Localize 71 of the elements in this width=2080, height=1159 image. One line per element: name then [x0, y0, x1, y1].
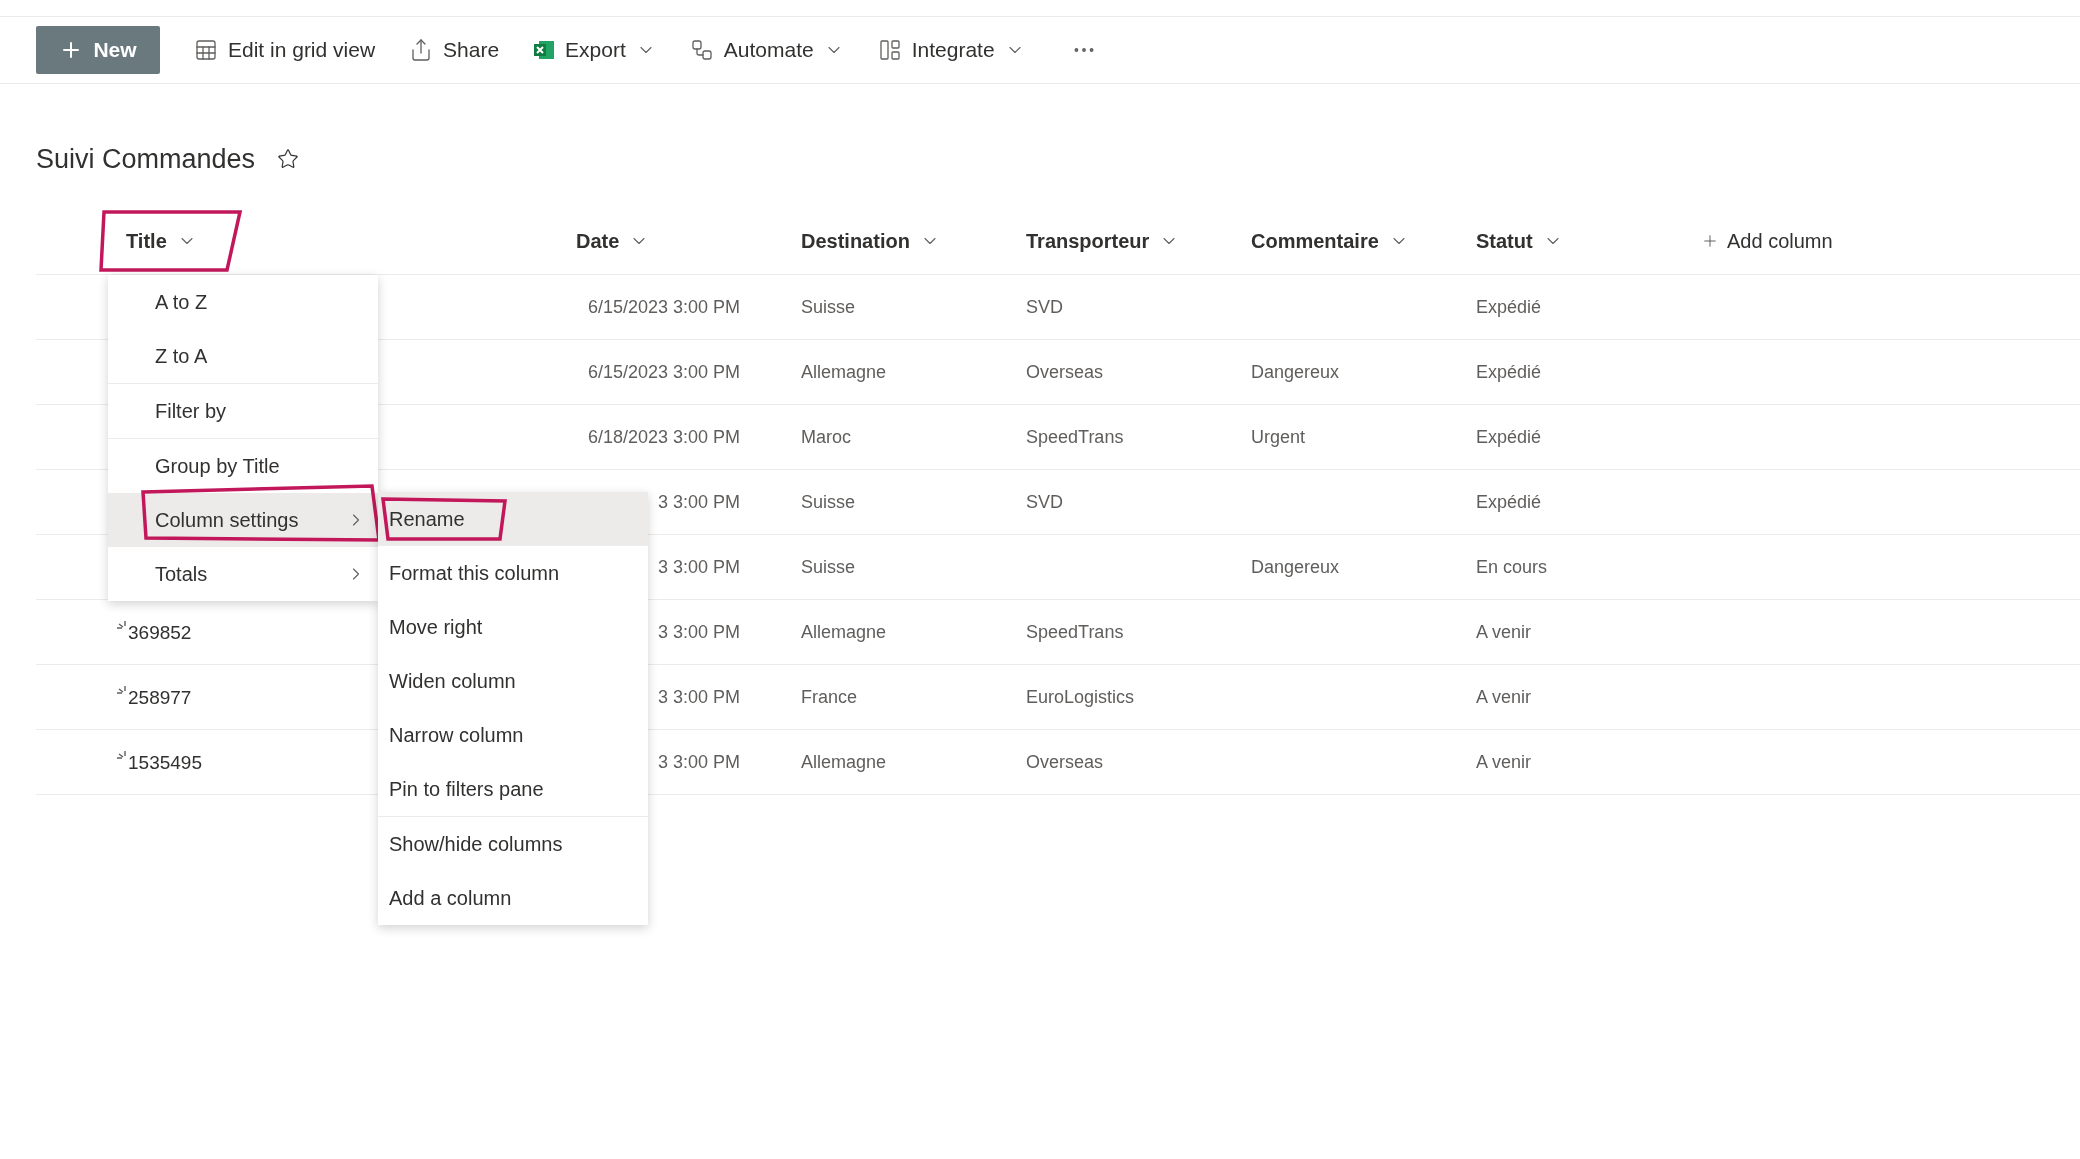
new-button[interactable]: New [36, 26, 160, 74]
table-cell-text: 3 3:00 PM [656, 751, 740, 773]
table-cell-text: 3 3:00 PM [656, 556, 740, 578]
table-cell-text: 6/15/2023 3:00 PM [586, 361, 740, 383]
table-cell: A venir [1476, 621, 1532, 643]
toolbar-button[interactable]: Edit in grid view [192, 34, 378, 66]
column-header[interactable]: Destination [801, 229, 940, 253]
table-cell: Suisse [801, 491, 856, 513]
star-icon[interactable] [277, 148, 300, 170]
table-cell: Allemagne [801, 361, 887, 383]
menu-item[interactable]: Add a column [378, 871, 648, 925]
column-header[interactable]: Transporteur [1026, 229, 1180, 253]
toolbar-button[interactable]: Share [407, 34, 502, 66]
table-cell-text: 6/15/2023 3:00 PM [586, 296, 740, 318]
menu-item[interactable]: Narrow column [378, 708, 648, 762]
table-cell: Suisse [801, 296, 856, 318]
toolbar-button[interactable]: Export [531, 34, 658, 66]
table-cell: Expédié [1476, 361, 1542, 383]
list-title: Suivi Commandes [36, 143, 256, 175]
table-cell-text: 6/18/2023 3:00 PM [586, 426, 740, 448]
menu-item[interactable]: Rename [378, 492, 648, 546]
toolbar-button[interactable]: Automate [687, 34, 846, 66]
menu-item[interactable]: Widen column [378, 654, 648, 708]
table-cell-text: 3 3:00 PM [656, 686, 740, 708]
table-cell: Allemagne [801, 621, 887, 643]
menu-item[interactable]: Group by Title [108, 439, 378, 493]
table-cell: SpeedTrans [1026, 621, 1124, 643]
column-header[interactable]: Date [576, 229, 650, 253]
table-cell: Expédié [1476, 296, 1542, 318]
table-cell: A venir [1476, 686, 1532, 708]
add-column-button[interactable]: Add column [1701, 229, 1833, 253]
table-cell: Overseas [1026, 751, 1104, 773]
table-cell: Overseas [1026, 361, 1104, 383]
table-cell: SVD [1026, 491, 1063, 513]
menu-item[interactable]: Pin to filters pane [378, 762, 648, 816]
table-cell: EuroLogistics [1026, 686, 1135, 708]
toolbar-button[interactable]: Integrate [875, 34, 1027, 66]
spreadsheet-icon [533, 39, 556, 61]
table-cell: France [801, 686, 858, 708]
table-cell: Expédié [1476, 491, 1542, 513]
plus-icon [1701, 232, 1719, 250]
table-cell: Expédié [1476, 426, 1542, 448]
column-header[interactable]: Title [100, 209, 243, 275]
table-cell: 369852 [128, 622, 192, 644]
column-header[interactable]: Commentaire [1251, 229, 1409, 253]
table-cell: 258977 [128, 687, 192, 709]
table-cell: Allemagne [801, 751, 887, 773]
menu-item[interactable]: Column settings [108, 493, 378, 547]
menu-item[interactable]: Filter by [108, 384, 378, 438]
table-cell: A venir [1476, 751, 1532, 773]
table-cell: SpeedTrans [1026, 426, 1124, 448]
table-cell: Dangereux [1251, 556, 1340, 578]
table-cell: En cours [1476, 556, 1548, 578]
table-cell: Urgent [1251, 426, 1306, 448]
table-cell: 1535495 [128, 752, 202, 774]
table-cell: Dangereux [1251, 361, 1340, 383]
panel-icon [877, 38, 902, 62]
table-cell: Suisse [801, 556, 856, 578]
grid-icon [194, 38, 218, 62]
table-cell-text: 3 3:00 PM [656, 621, 740, 643]
menu-item[interactable]: Move right [378, 600, 648, 654]
menu-item[interactable]: Z to A [108, 329, 378, 383]
menu-item[interactable]: Totals [108, 547, 378, 601]
menu-item[interactable]: Format this column [378, 546, 648, 600]
table-cell-text: 3 3:00 PM [656, 491, 740, 513]
menu-item[interactable]: A to Z [108, 275, 378, 329]
flow-icon [689, 38, 714, 62]
table-cell: Maroc [801, 426, 851, 448]
column-header[interactable]: Statut [1476, 229, 1563, 253]
menu-item[interactable]: Show/hide columns [378, 817, 648, 871]
table-cell: SVD [1026, 296, 1063, 318]
